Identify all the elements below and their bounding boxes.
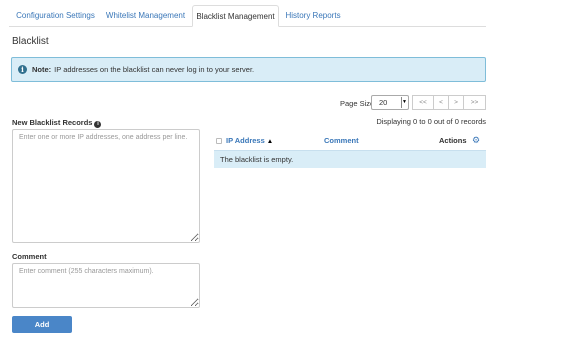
next-page-button[interactable]: > xyxy=(448,95,464,110)
first-page-button[interactable]: << xyxy=(412,95,434,110)
tab-blacklist-management[interactable]: Blacklist Management xyxy=(192,5,279,27)
comment-textarea[interactable] xyxy=(12,263,200,308)
help-icon[interactable]: i xyxy=(94,121,102,128)
page-size-select[interactable]: 20 ▼ xyxy=(371,95,409,110)
table-header: IP Address ▲ Comment Actions ⚙ xyxy=(214,134,486,149)
new-records-label-text: New Blacklist Records xyxy=(12,118,93,127)
comment-column-header[interactable]: Comment xyxy=(324,136,359,145)
page-size-label: Page Size xyxy=(340,99,375,108)
last-page-button[interactable]: >> xyxy=(463,95,486,110)
comment-label: Comment xyxy=(12,252,47,261)
new-records-label: New Blacklist Records i xyxy=(12,118,102,128)
info-note: i Note: IP addresses on the blacklist ca… xyxy=(11,57,486,82)
tab-whitelist-management[interactable]: Whitelist Management xyxy=(101,5,190,27)
info-icon: i xyxy=(18,65,27,74)
tab-history-reports[interactable]: History Reports xyxy=(281,5,345,27)
display-count: Displaying 0 to 0 out of 0 records xyxy=(376,117,486,126)
page-title: Blacklist xyxy=(12,36,49,47)
new-records-textarea[interactable] xyxy=(12,129,200,243)
gear-icon[interactable]: ⚙ xyxy=(472,135,480,145)
ip-address-column-header[interactable]: IP Address ▲ xyxy=(226,136,273,145)
chevron-down-icon: ▼ xyxy=(401,97,407,108)
ip-address-header-label: IP Address xyxy=(226,136,265,145)
empty-table-row: The blacklist is empty. xyxy=(214,150,486,168)
note-label: Note: xyxy=(32,65,52,74)
page-size-value: 20 xyxy=(379,98,388,107)
note-text: IP addresses on the blacklist can never … xyxy=(54,65,255,74)
tab-configuration-settings[interactable]: Configuration Settings xyxy=(12,5,99,27)
actions-column-header: Actions xyxy=(439,136,467,145)
tab-bar: Configuration Settings Whitelist Managem… xyxy=(0,0,570,27)
sort-asc-icon: ▲ xyxy=(266,138,274,145)
select-all-checkbox[interactable] xyxy=(216,138,222,144)
prev-page-button[interactable]: < xyxy=(433,95,449,110)
add-button[interactable]: Add xyxy=(12,316,72,333)
